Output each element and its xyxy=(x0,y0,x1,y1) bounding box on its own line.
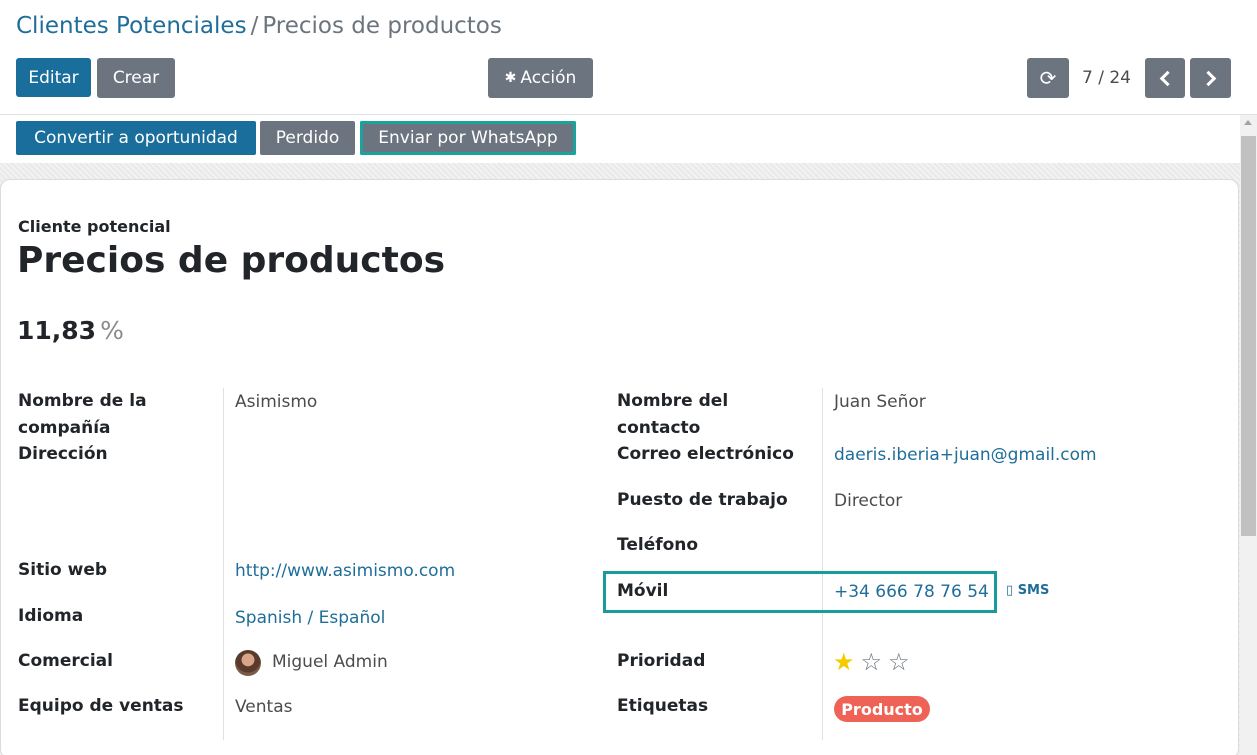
record-title[interactable]: Precios de productos xyxy=(17,240,445,281)
gear-icon: ✱ xyxy=(504,70,517,86)
salesperson-value[interactable]: Miguel Admin xyxy=(272,650,388,674)
mobile-link[interactable]: +34 666 78 76 54 xyxy=(834,580,989,604)
refresh-icon: ⟳ xyxy=(1039,66,1057,90)
convert-opportunity-button[interactable]: Convertir a oportunidad xyxy=(16,121,256,155)
job-position-value[interactable]: Director xyxy=(834,489,902,513)
create-button[interactable]: Crear xyxy=(97,58,175,98)
pager-value[interactable]: 7 / 24 xyxy=(1082,68,1131,88)
star-empty-icon[interactable]: ☆ xyxy=(861,648,889,676)
mark-lost-button[interactable]: Perdido xyxy=(260,121,355,155)
star-filled-icon[interactable]: ★ xyxy=(833,648,861,676)
website-link[interactable]: http://www.asimismo.com xyxy=(235,559,455,583)
chevron-right-icon xyxy=(1200,70,1216,86)
email-link[interactable]: daeris.iberia+juan@gmail.com xyxy=(834,443,1097,467)
refresh-button[interactable]: ⟳ xyxy=(1027,58,1069,98)
avatar xyxy=(235,650,261,676)
chevron-left-icon xyxy=(1159,70,1176,86)
probability-field[interactable]: 11,83% xyxy=(17,316,124,345)
contact-name-label: Nombre del contacto xyxy=(617,391,729,438)
sms-button[interactable]: ▯ SMS xyxy=(1006,583,1049,598)
sales-team-label: Equipo de ventas xyxy=(18,696,184,716)
breadcrumb-separator: / xyxy=(250,13,259,39)
next-record-button[interactable] xyxy=(1190,58,1231,98)
edit-button[interactable]: Editar xyxy=(16,58,91,97)
company-label: Nombre de la compañía xyxy=(18,391,147,438)
status-bar: Convertir a oportunidad Perdido Enviar p… xyxy=(0,115,1240,163)
action-button[interactable]: ✱ Acción xyxy=(488,58,593,98)
priority-stars[interactable]: ★☆☆ xyxy=(833,648,916,676)
mobile-label: Móvil xyxy=(617,581,669,601)
phone-label: Teléfono xyxy=(617,535,699,555)
language-label: Idioma xyxy=(18,606,84,626)
sales-team-value[interactable]: Ventas xyxy=(235,695,292,719)
website-label: Sitio web xyxy=(18,560,108,580)
email-label: Correo electrónico xyxy=(617,444,794,464)
company-value[interactable]: Asimismo xyxy=(235,390,317,414)
priority-label: Prioridad xyxy=(617,651,706,671)
control-panel: Clientes Potenciales / Precios de producto… xyxy=(0,0,1257,115)
address-label: Dirección xyxy=(18,444,108,464)
probability-value: 11,83 xyxy=(17,316,97,345)
breadcrumb-parent-link[interactable]: Clientes Potenciales xyxy=(16,13,247,39)
previous-record-button[interactable] xyxy=(1145,58,1185,98)
contact-name-value[interactable]: Juan Señor xyxy=(834,390,926,414)
scroll-up-arrow-icon[interactable] xyxy=(1244,120,1252,125)
breadcrumb: Clientes Potenciales / Precios de producto… xyxy=(16,13,502,39)
send-whatsapp-button[interactable]: Enviar por WhatsApp xyxy=(360,121,576,155)
tag-badge[interactable]: Producto xyxy=(834,696,930,722)
star-empty-icon[interactable]: ☆ xyxy=(888,648,916,676)
action-button-label: Acción xyxy=(520,68,577,88)
right-column-separator xyxy=(822,388,823,740)
probability-unit: % xyxy=(100,316,124,345)
job-position-label: Puesto de trabajo xyxy=(617,490,788,510)
mobile-phone-icon: ▯ xyxy=(1006,583,1014,598)
language-link[interactable]: Spanish / Español xyxy=(235,606,385,630)
breadcrumb-current: Precios de productos xyxy=(262,13,502,39)
left-column-separator xyxy=(223,388,224,740)
record-type-label: Cliente potencial xyxy=(18,217,171,236)
salesperson-label: Comercial xyxy=(18,651,113,671)
sms-label: SMS xyxy=(1017,583,1050,598)
tags-label: Etiquetas xyxy=(617,696,709,716)
scrollbar-thumb[interactable] xyxy=(1241,136,1256,536)
